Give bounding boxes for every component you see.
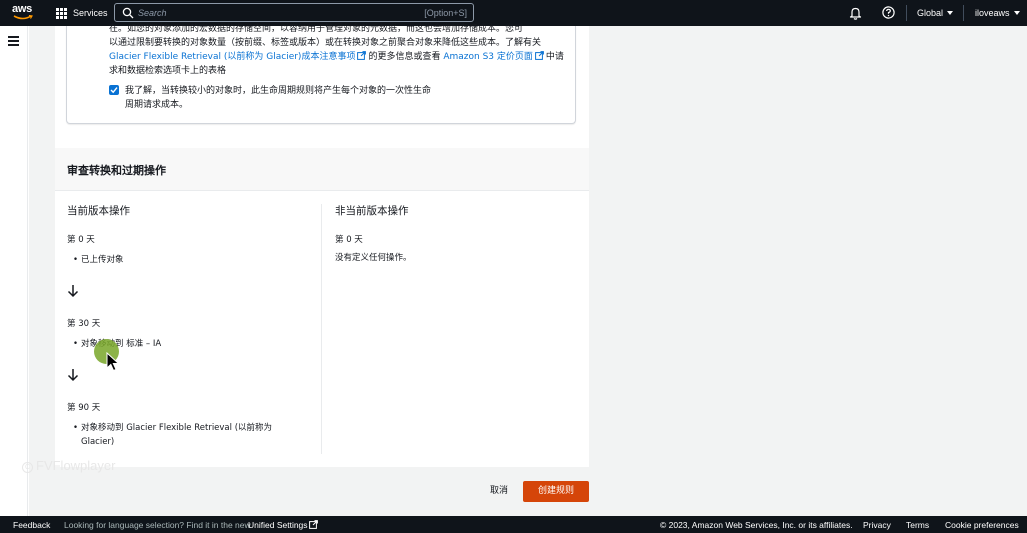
notice-line-1: 在。如您的对象添加的宏数据的存储空间，以容纳用于管理对象的元数据，而这也会增加存… bbox=[109, 24, 524, 34]
nav-divider bbox=[963, 5, 964, 21]
external-link-icon bbox=[309, 520, 318, 529]
noncurrent-day: 第 0 天 bbox=[335, 235, 363, 245]
terms-link[interactable]: Terms bbox=[906, 520, 929, 530]
step-day: 第 30 天 bbox=[67, 319, 101, 329]
services-label: Services bbox=[73, 8, 108, 18]
cookie-preferences-link[interactable]: Cookie preferences bbox=[945, 520, 1019, 530]
acknowledge-line-1: 我了解，当转换较小的对象时，此生命周期规则将产生每个对象的一次性生命 bbox=[125, 86, 432, 96]
acknowledge-line-2: 周期请求成本。 bbox=[125, 100, 189, 110]
notice-line-3-end: 中请 bbox=[545, 52, 564, 62]
review-section-header: 审查转换和过期操作 bbox=[55, 148, 589, 191]
search-icon bbox=[122, 7, 134, 19]
external-link-icon bbox=[357, 51, 367, 60]
notifications-bell-icon[interactable] bbox=[849, 6, 862, 20]
privacy-link[interactable]: Privacy bbox=[863, 520, 891, 530]
language-note: Looking for language selection? Find it … bbox=[64, 520, 251, 530]
noncurrent-version-title: 非当前版本操作 bbox=[335, 205, 409, 217]
notice-line-2: 以通过限制要转换的对象数量（按前缀、标签或版本）或在转换对象之前聚合对象来降低这… bbox=[109, 38, 542, 48]
noncurrent-note: 没有定义任何操作。 bbox=[335, 253, 412, 263]
arrow-down-icon bbox=[67, 369, 79, 382]
step-day: 第 90 天 bbox=[67, 403, 101, 413]
services-menu-button[interactable]: Services bbox=[56, 6, 108, 20]
acknowledge-label[interactable]: 我了解，当转换较小的对象时，此生命周期规则将产生每个对象的一次性生命 周期请求成… bbox=[125, 84, 455, 112]
help-icon[interactable] bbox=[882, 6, 895, 19]
chevron-down-icon bbox=[947, 11, 954, 15]
step-action-text: Glacier) bbox=[81, 437, 115, 447]
search-shortcut: [Option+S] bbox=[424, 8, 467, 18]
copyright: © 2023, Amazon Web Services, Inc. or its… bbox=[660, 520, 853, 530]
step-action-text: 已上传对象 bbox=[81, 255, 124, 265]
grid-icon bbox=[56, 7, 67, 19]
mouse-pointer-icon bbox=[106, 352, 120, 372]
aws-logo[interactable]: aws bbox=[12, 4, 34, 22]
chevron-down-icon bbox=[1013, 11, 1020, 15]
aws-smile-icon bbox=[13, 15, 33, 20]
cost-notice: 在。如您的对象添加的宏数据的存储空间，以容纳用于管理对象的元数据，而这也会增加存… bbox=[109, 22, 564, 78]
step-day: 第 0 天 bbox=[67, 235, 95, 245]
watermark: C FVFlowplayer bbox=[22, 458, 115, 473]
watermark-text: FVFlowplayer bbox=[36, 458, 116, 473]
s3-pricing-link[interactable]: Amazon S3 定价页面 bbox=[443, 52, 533, 62]
feedback-link[interactable]: Feedback bbox=[13, 520, 50, 530]
acknowledge-checkbox[interactable] bbox=[109, 85, 119, 95]
account-label: iloveaws bbox=[975, 8, 1010, 18]
arrow-down-icon bbox=[67, 285, 79, 298]
external-link-icon bbox=[534, 51, 544, 60]
current-version-title: 当前版本操作 bbox=[67, 205, 130, 217]
review-section-title: 审查转换和过期操作 bbox=[67, 164, 166, 177]
region-label: Global bbox=[917, 8, 944, 18]
step-action: • 已上传对象 bbox=[73, 255, 124, 265]
region-selector[interactable]: Global bbox=[917, 8, 954, 18]
unified-settings-link[interactable]: Unified Settings bbox=[248, 520, 308, 530]
watermark-symbol: C bbox=[22, 462, 33, 473]
step-action: • 对象移动到 标准 – IA bbox=[73, 339, 162, 349]
notice-line-3-mid: 的更多信息或查看 bbox=[368, 52, 441, 62]
cancel-button[interactable]: 取消 bbox=[483, 483, 515, 499]
side-navigation-rail bbox=[0, 26, 28, 516]
step-action-text: 对象移动到 Glacier Flexible Retrieval (以前称为 bbox=[81, 423, 273, 433]
footer: Feedback Looking for language selection?… bbox=[0, 516, 1027, 533]
column-divider bbox=[321, 204, 322, 454]
nav-divider bbox=[906, 5, 907, 21]
step-action: • 对象移动到 Glacier Flexible Retrieval (以前称为 G… bbox=[73, 421, 311, 449]
search-input[interactable]: Search [Option+S] bbox=[114, 3, 474, 22]
menu-icon[interactable] bbox=[8, 36, 19, 46]
account-menu[interactable]: iloveaws bbox=[975, 8, 1020, 18]
search-placeholder: Search bbox=[138, 8, 167, 18]
aws-logo-text: aws bbox=[12, 3, 32, 15]
step-action-text: 对象移动到 标准 – IA bbox=[81, 339, 162, 349]
glacier-cost-link[interactable]: Glacier Flexible Retrieval (以前称为 Glacier… bbox=[109, 52, 355, 62]
create-rule-button[interactable]: 创建规则 bbox=[523, 481, 589, 502]
notice-line-4: 求和数据检索选项卡上的表格 bbox=[109, 66, 227, 76]
checkmark-icon bbox=[110, 87, 118, 94]
